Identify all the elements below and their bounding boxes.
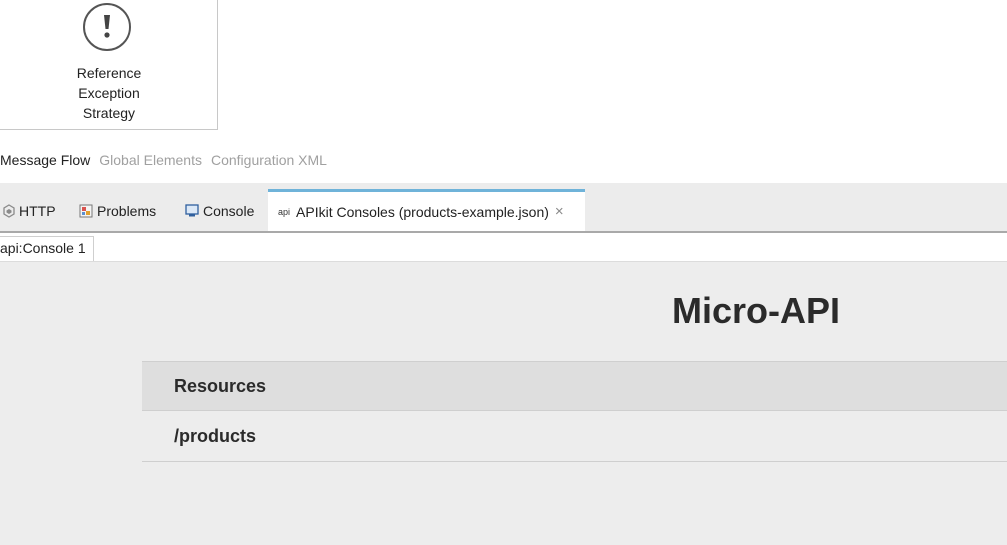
resource-path: /products	[174, 426, 257, 446]
resources-header: Resources	[142, 361, 1007, 411]
api-icon: api	[278, 206, 291, 217]
exclamation-icon	[83, 3, 131, 51]
resources-header-label: Resources	[174, 376, 267, 396]
reference-exception-strategy-card[interactable]: Reference Exception Strategy	[0, 0, 218, 130]
http-icon	[3, 203, 15, 218]
tab-problems[interactable]: Problems	[79, 190, 156, 231]
tab-message-flow[interactable]: Message Flow	[0, 150, 90, 170]
console-tab-strip: api:Console 1	[0, 233, 1007, 262]
tab-api-console-1[interactable]: api:Console 1	[0, 236, 94, 261]
strategy-label-line-2: Exception	[78, 85, 140, 101]
tab-http[interactable]: HTTP	[3, 190, 56, 231]
strategy-label-line-3: Strategy	[82, 105, 136, 121]
resource-row[interactable]: /products	[142, 411, 1007, 462]
editor-tabs: Message Flow Global Elements Configurati…	[0, 150, 327, 170]
strategy-label: Reference Exception Strategy	[0, 63, 218, 123]
tab-http-label: HTTP	[19, 202, 56, 219]
strategy-label-line-1: Reference	[76, 65, 142, 81]
problems-icon	[79, 204, 93, 218]
view-tab-bar: HTTP Problems Console api APIkit Console…	[0, 183, 1007, 233]
tab-global-elements[interactable]: Global Elements	[99, 150, 202, 170]
tab-configuration-xml[interactable]: Configuration XML	[211, 150, 327, 170]
tab-console[interactable]: Console	[185, 190, 254, 231]
api-title: Micro-API	[672, 290, 841, 331]
tab-console-label: Console	[203, 202, 255, 219]
console-icon	[185, 204, 199, 217]
tab-problems-label: Problems	[97, 202, 157, 219]
apikit-console-panel: Micro-API Resources /products	[0, 262, 1007, 545]
tab-apikit-consoles[interactable]: api APIkit Consoles (products-example.js…	[268, 189, 585, 231]
close-icon[interactable]: ×	[555, 204, 564, 219]
tab-apikit-consoles-label: APIkit Consoles (products-example.json)	[296, 203, 549, 220]
